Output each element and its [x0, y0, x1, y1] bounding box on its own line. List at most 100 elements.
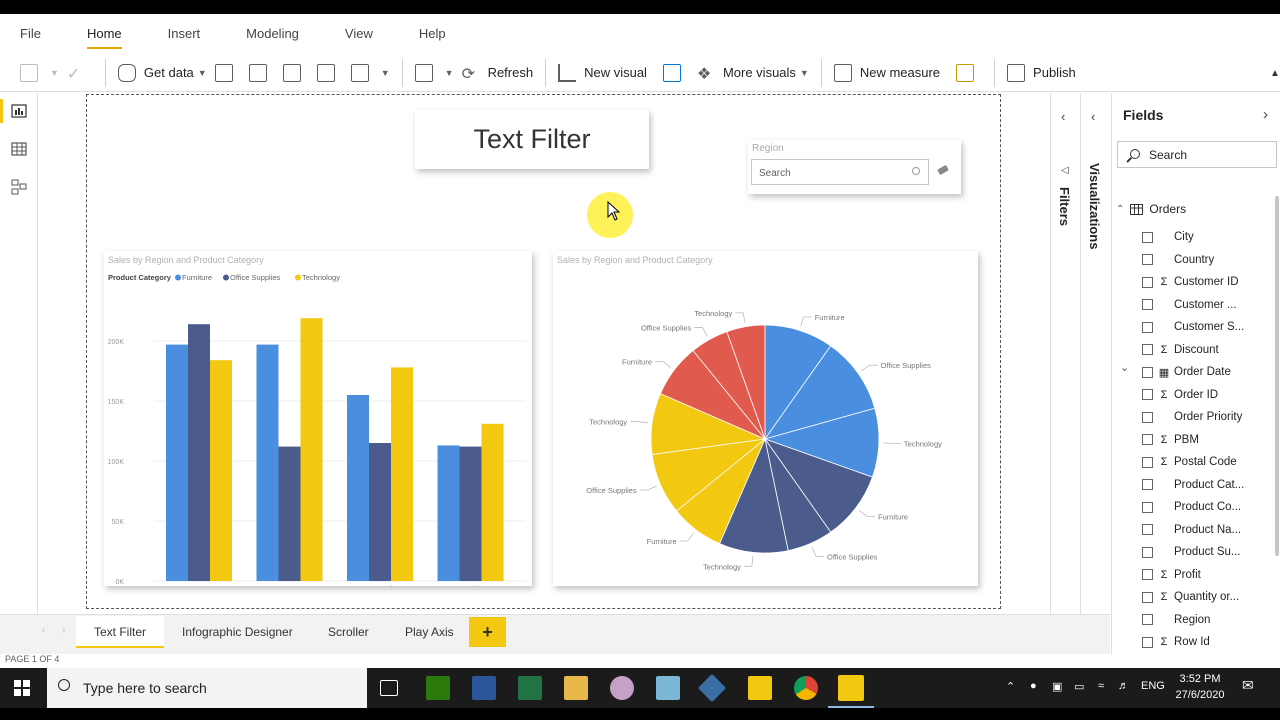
- field-item[interactable]: Customer S...: [1142, 318, 1244, 336]
- fields-scrollbar[interactable]: [1275, 196, 1279, 556]
- field-item[interactable]: Product Na...: [1142, 521, 1241, 539]
- data-view-button[interactable]: [0, 133, 38, 165]
- menu-modeling[interactable]: Modeling: [246, 14, 299, 54]
- microphone-icon[interactable]: ●: [1030, 680, 1037, 692]
- publish-button[interactable]: Publish: [1003, 58, 1080, 88]
- field-item[interactable]: Country: [1142, 251, 1214, 269]
- menu-help[interactable]: Help: [419, 14, 446, 54]
- report-view-button[interactable]: [0, 95, 38, 127]
- field-item[interactable]: Region: [1142, 611, 1210, 629]
- field-item[interactable]: Σ Customer ID: [1142, 273, 1239, 291]
- menu-view[interactable]: View: [345, 14, 373, 54]
- get-data-button[interactable]: Get data ▼: [114, 58, 211, 88]
- filters-pane-collapsed[interactable]: ‹ ◁ Filters: [1050, 93, 1080, 614]
- tab-scroll-left-icon[interactable]: ‹: [42, 625, 45, 636]
- field-checkbox[interactable]: [1142, 546, 1153, 558]
- new-measure-button[interactable]: New measure: [830, 58, 944, 88]
- field-item[interactable]: Σ Order ID: [1142, 386, 1218, 404]
- sticky-notes-icon[interactable]: [748, 676, 772, 700]
- enter-data-button[interactable]: [313, 58, 347, 88]
- field-checkbox[interactable]: [1142, 614, 1153, 625]
- battery-icon[interactable]: ▭: [1074, 680, 1084, 693]
- refresh-button[interactable]: ⟳ Refresh: [458, 58, 538, 88]
- sql-server-button[interactable]: [279, 58, 313, 88]
- field-item[interactable]: Σ Row Id: [1142, 633, 1210, 651]
- menu-insert[interactable]: Insert: [168, 14, 201, 54]
- project-app-icon[interactable]: [426, 676, 450, 700]
- ribbon-collapse-button[interactable]: ▲: [1262, 58, 1280, 88]
- new-visual-button[interactable]: New visual: [554, 58, 651, 88]
- title-card[interactable]: Text Filter: [415, 110, 649, 169]
- slicer-search-input[interactable]: Search: [751, 159, 929, 185]
- chevron-left-icon[interactable]: ‹: [1091, 109, 1095, 124]
- word-icon[interactable]: [472, 676, 496, 700]
- task-view-icon[interactable]: [380, 680, 398, 696]
- transform-data-button[interactable]: ▼: [411, 58, 458, 88]
- field-checkbox[interactable]: [1142, 299, 1153, 310]
- excel-icon[interactable]: [518, 676, 542, 700]
- field-item[interactable]: Product Cat...: [1142, 476, 1244, 494]
- field-checkbox[interactable]: [1142, 366, 1153, 378]
- field-checkbox[interactable]: [1142, 456, 1153, 468]
- camera-icon[interactable]: ▣: [1052, 680, 1062, 693]
- tableau-icon[interactable]: [697, 673, 727, 703]
- recent-sources-button[interactable]: ▼: [347, 58, 394, 88]
- quick-measure-button[interactable]: [952, 58, 986, 88]
- model-view-button[interactable]: [0, 171, 38, 203]
- tab-play-axis[interactable]: Play Axis: [387, 616, 472, 648]
- menu-file[interactable]: File: [20, 14, 41, 54]
- pie-chart-visual[interactable]: Sales by Region and Product Category Furn…: [553, 251, 978, 586]
- field-item[interactable]: Σ PBM: [1142, 431, 1199, 449]
- field-checkbox[interactable]: [1142, 254, 1153, 265]
- visualizations-pane-collapsed[interactable]: ‹ Visualizations: [1080, 93, 1111, 614]
- paste-button[interactable]: ▼: [16, 58, 63, 88]
- eraser-icon[interactable]: [937, 164, 949, 176]
- field-item[interactable]: City: [1142, 228, 1194, 246]
- chrome-icon[interactable]: [794, 676, 818, 700]
- file-explorer-icon[interactable]: [564, 676, 588, 700]
- field-item[interactable]: Customer ...: [1142, 296, 1237, 314]
- field-checkbox[interactable]: [1142, 389, 1153, 400]
- field-item[interactable]: Product Co...: [1142, 498, 1241, 516]
- format-painter-button[interactable]: ✓: [63, 58, 97, 88]
- power-bi-taskbar-icon[interactable]: [838, 675, 864, 701]
- field-item[interactable]: Σ Profit: [1142, 566, 1201, 584]
- clock[interactable]: 3:52 PM 27/6/2020: [1172, 671, 1228, 703]
- table-orders[interactable]: ⌃ Orders: [1116, 200, 1186, 218]
- windows-start-button[interactable]: [14, 680, 30, 699]
- field-checkbox[interactable]: [1142, 479, 1153, 490]
- paint-app-icon[interactable]: [610, 676, 634, 700]
- field-item[interactable]: Order Priority: [1142, 408, 1242, 426]
- chevron-up-icon[interactable]: ⌃: [1006, 680, 1015, 693]
- more-visuals-button[interactable]: ❖ More visuals ▼: [693, 58, 813, 88]
- fields-search-input[interactable]: Search: [1117, 141, 1277, 168]
- power-bi-datasets-button[interactable]: [245, 58, 279, 88]
- tab-scroll-right-icon[interactable]: ›: [62, 625, 65, 636]
- field-checkbox[interactable]: [1142, 231, 1153, 243]
- field-checkbox[interactable]: [1142, 636, 1153, 648]
- bar-chart-visual[interactable]: Sales by Region and Product Category Prod…: [104, 251, 532, 593]
- notifications-icon[interactable]: ✉: [1242, 677, 1254, 694]
- language-indicator[interactable]: ENG: [1141, 680, 1165, 692]
- field-checkbox[interactable]: [1142, 276, 1153, 288]
- chevron-left-icon[interactable]: ‹: [1061, 109, 1065, 124]
- field-checkbox[interactable]: [1142, 524, 1153, 535]
- text-box-button[interactable]: [659, 58, 693, 88]
- app-icon[interactable]: [656, 676, 680, 700]
- excel-button[interactable]: [211, 58, 245, 88]
- tab-scroller[interactable]: Scroller: [310, 616, 387, 648]
- tab-text-filter[interactable]: Text Filter: [76, 616, 165, 648]
- field-checkbox[interactable]: [1142, 569, 1153, 580]
- chevron-down-icon[interactable]: ⌄: [1120, 361, 1129, 374]
- field-checkbox[interactable]: [1142, 434, 1153, 445]
- taskbar-search-box[interactable]: Type here to search: [47, 668, 367, 708]
- field-item[interactable]: Σ Postal Code: [1142, 453, 1237, 471]
- volume-icon[interactable]: ♬: [1118, 680, 1129, 692]
- field-checkbox[interactable]: [1142, 321, 1153, 333]
- field-checkbox[interactable]: [1142, 344, 1153, 355]
- field-item[interactable]: Σ Quantity or...: [1142, 588, 1239, 606]
- tab-infographic-designer[interactable]: Infographic Designer: [164, 616, 311, 648]
- field-item[interactable]: Product Su...: [1142, 543, 1240, 561]
- menu-home[interactable]: Home: [86, 14, 122, 54]
- field-checkbox[interactable]: [1142, 411, 1153, 423]
